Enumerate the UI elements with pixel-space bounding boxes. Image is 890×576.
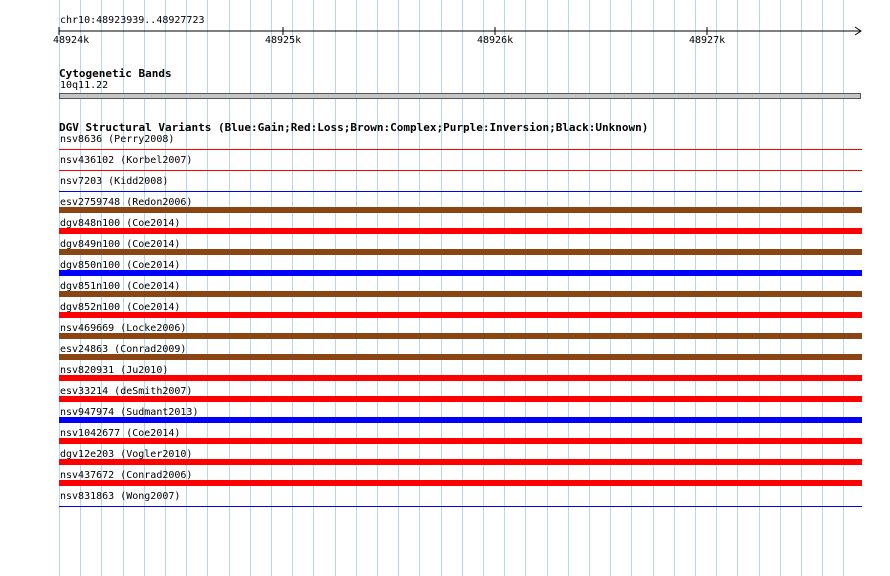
variant-feature-bar[interactable] [59, 207, 862, 213]
variant-feature-bar[interactable] [59, 438, 862, 444]
dgv-features: nsv8636 (Perry2008) nsv436102 (Korbel2007… [0, 0, 890, 576]
variant-feature-bar[interactable] [59, 506, 862, 507]
variant-feature-bar[interactable] [59, 417, 862, 423]
variant-label: nsv831863 (Wong2007) [60, 491, 181, 502]
variant-feature-bar[interactable] [59, 249, 862, 255]
variant-feature-bar[interactable] [59, 228, 862, 234]
variant-feature-bar[interactable] [59, 170, 862, 171]
variant-feature-bar[interactable] [59, 270, 862, 276]
variant-feature-bar[interactable] [59, 396, 862, 402]
variant-feature-bar[interactable] [59, 333, 862, 339]
variant-feature-bar[interactable] [59, 291, 862, 297]
variant-feature-bar[interactable] [59, 375, 862, 381]
variant-label: nsv8636 (Perry2008) [60, 134, 175, 145]
variant-feature-bar[interactable] [59, 149, 862, 150]
variant-feature-bar[interactable] [59, 191, 862, 192]
variant-feature-bar[interactable] [59, 354, 862, 360]
variant-feature-bar[interactable] [59, 312, 862, 318]
variant-feature-bar[interactable] [59, 480, 862, 486]
variant-label: nsv436102 (Korbel2007) [60, 155, 193, 166]
variant-feature-bar[interactable] [59, 459, 862, 465]
variant-label: nsv7203 (Kidd2008) [60, 176, 169, 187]
